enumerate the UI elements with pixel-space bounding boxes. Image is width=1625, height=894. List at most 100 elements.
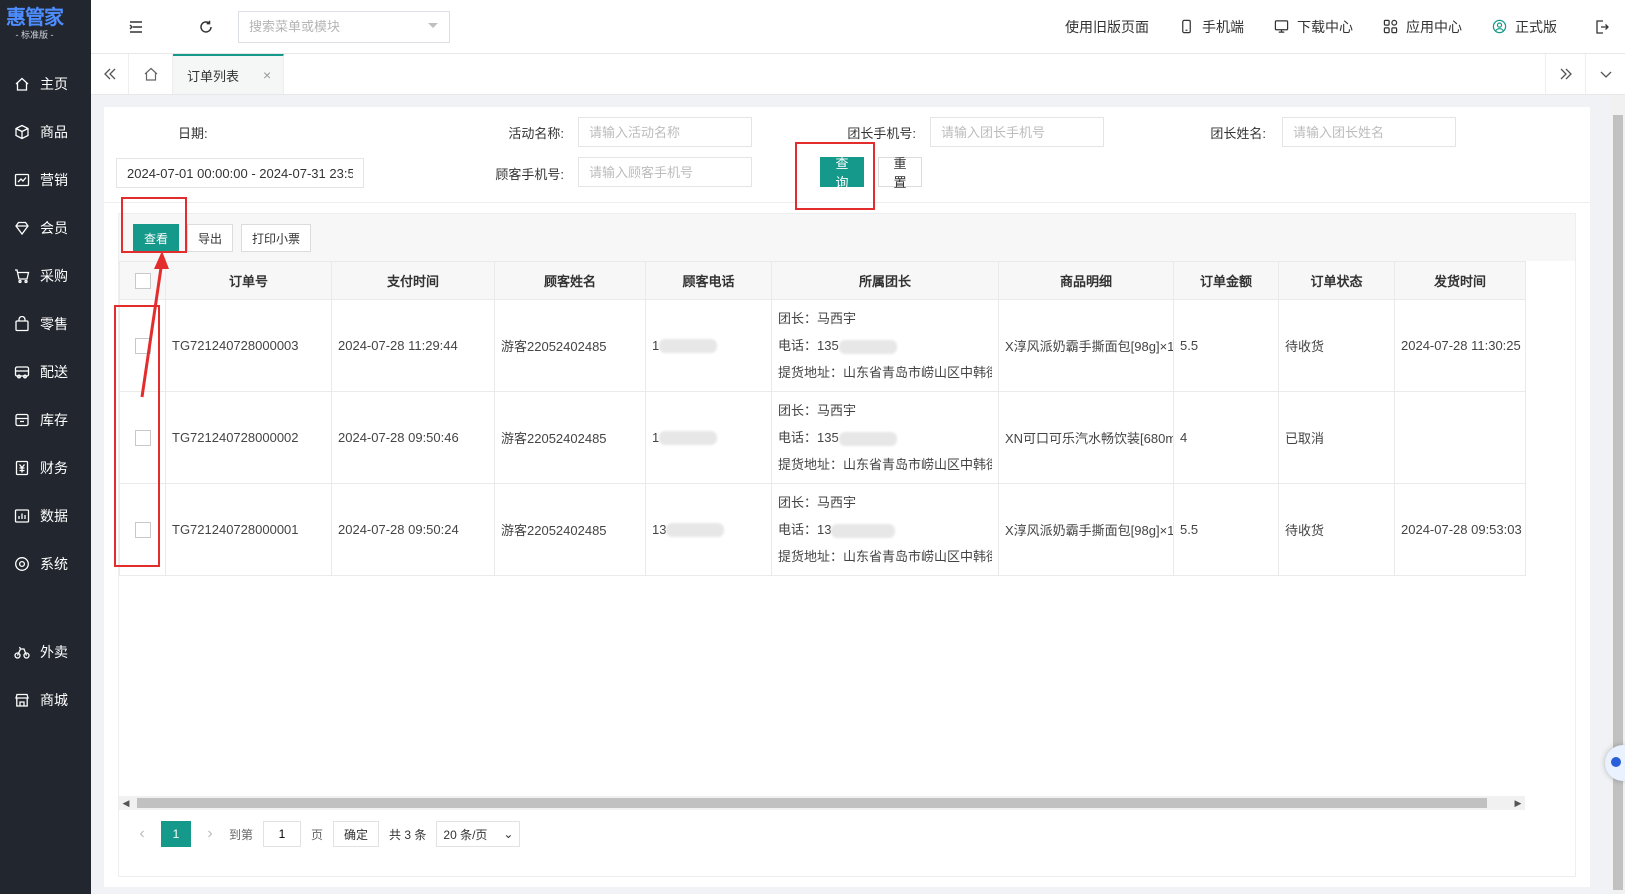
topbar-links: 使用旧版页面 手机端 下载中心 应用中心 正式版 (1065, 0, 1625, 53)
column-header: 订单金额 (1173, 261, 1279, 300)
chevron-down-icon: ⌄ (503, 827, 514, 841)
app-center-link[interactable]: 应用中心 (1383, 17, 1462, 37)
goto-page-input[interactable] (263, 821, 302, 847)
current-page-button[interactable]: 1 (161, 821, 191, 847)
customer-phone: 13 (652, 521, 667, 537)
tab-label: 订单列表 (187, 68, 240, 84)
sidebar-item-system[interactable]: 系统 (0, 540, 91, 588)
order-status: 已取消 (1278, 391, 1395, 484)
order-amount: 5.5 (1173, 299, 1279, 392)
tab-order-list[interactable]: 订单列表 × (173, 54, 285, 94)
leader-address: 提货地址：山东省青岛市崂山区中韩街道 (778, 457, 992, 472)
download-center-link[interactable]: 下载中心 (1274, 17, 1353, 37)
sidebar-item-home[interactable]: 主页 (0, 60, 91, 108)
row-checkbox[interactable] (134, 429, 151, 446)
sidebar-item-label: 数据 (40, 508, 68, 524)
activity-name-input[interactable] (578, 117, 752, 147)
menu-toggle-icon[interactable] (116, 7, 156, 47)
sidebar-spacer (0, 588, 91, 628)
sidebar-item-marketing[interactable]: 营销 (0, 156, 91, 204)
row-checkbox[interactable] (134, 521, 151, 538)
refresh-icon[interactable] (186, 7, 226, 47)
logout-icon[interactable] (1587, 19, 1617, 35)
goto-confirm-button[interactable]: 确定 (333, 821, 380, 847)
sidebar-item-member[interactable]: 会员 (0, 204, 91, 252)
sidebar-item-label: 主页 (40, 76, 68, 92)
diamond-icon (14, 220, 30, 236)
logo-title: 惠管家 (6, 7, 64, 29)
reset-button[interactable]: 重置 (878, 156, 922, 190)
customer-phone-input[interactable] (578, 157, 752, 187)
mobile-link[interactable]: 手机端 (1179, 17, 1244, 37)
leader-name: 团长：马西宇 (778, 311, 857, 326)
sidebar-item-mall[interactable]: 商城 (0, 676, 91, 724)
data-icon (14, 508, 30, 524)
leader-phone-cell: 电话：13 (778, 516, 992, 543)
sidebar-item-delivery[interactable]: 配送 (0, 348, 91, 396)
order-list-panel: 日期: 活动名称: 顾客手机号: 团长手机号: 团长姓名: 查询 重置 查看 导… (104, 107, 1590, 887)
sidebar-item-finance[interactable]: 财务 (0, 444, 91, 492)
scrollbar-thumb[interactable] (137, 798, 1487, 808)
sidebar-item-label: 采购 (40, 268, 68, 284)
tabs-bar: 订单列表 × (91, 54, 1625, 95)
truck-icon (14, 364, 30, 380)
menu-search-input[interactable] (249, 19, 409, 34)
user-icon (1492, 19, 1507, 34)
date-range-input[interactable] (116, 158, 364, 188)
leader-name-input[interactable] (1282, 117, 1456, 147)
box-icon (14, 124, 30, 140)
chart-icon (14, 172, 30, 188)
logo-subtitle: - 标准版 - (15, 30, 54, 40)
table-toolbar: 查看 导出 打印小票 (119, 214, 1575, 261)
goto-label: 到第 (229, 827, 254, 842)
leader-address: 提货地址：山东省青岛市崂山区中韩街道 (778, 365, 992, 380)
home-tab-icon[interactable] (129, 54, 173, 94)
leader-phone: 电话：135 (778, 338, 839, 353)
column-header: 订单状态 (1278, 261, 1395, 300)
sidebar-item-purchase[interactable]: 采购 (0, 252, 91, 300)
old-page-link[interactable]: 使用旧版页面 (1065, 17, 1149, 37)
row-select-cell[interactable] (119, 483, 166, 576)
scroll-left-icon[interactable]: ◀ (119, 796, 133, 810)
close-icon[interactable]: × (263, 67, 271, 83)
double-chevron-right-icon[interactable] (1545, 54, 1585, 94)
table-header-row: 订单号 支付时间 顾客姓名 顾客电话 所属团长 商品明细 订单金额 订单状态 发… (119, 261, 1526, 300)
page-size-select[interactable]: 20 条/页 ⌄ (436, 821, 521, 847)
sidebar-item-label: 库存 (40, 412, 68, 428)
sidebar: 惠管家 - 标准版 - 主页 商品 营销 会员 采购 零售 配送 库存 财务 数… (0, 0, 91, 894)
assistant-float-icon[interactable] (1605, 745, 1625, 781)
order-number: TG721240728000001 (165, 483, 332, 576)
search-button[interactable]: 查询 (820, 156, 864, 190)
table-row[interactable]: TG721240728000001 2024-07-28 09:50:24 游客… (119, 483, 1526, 576)
account-link[interactable]: 正式版 (1492, 17, 1557, 37)
customer-name: 游客22052402485 (494, 299, 646, 392)
order-amount: 4 (1173, 391, 1279, 484)
sidebar-item-label: 商品 (40, 124, 68, 140)
sidebar-item-goods[interactable]: 商品 (0, 108, 91, 156)
monitor-icon (1274, 20, 1289, 33)
column-header: 顾客姓名 (494, 261, 646, 300)
pay-time: 2024-07-28 09:50:24 (331, 483, 495, 576)
export-button[interactable]: 导出 (187, 224, 234, 252)
ship-time: 2024-07-28 09:53:03 (1394, 483, 1526, 576)
chevron-down-icon[interactable] (1585, 54, 1625, 94)
leader-phone: 电话：135 (778, 430, 839, 445)
leader-phone-input[interactable] (930, 117, 1104, 147)
bag-icon (14, 316, 30, 332)
sidebar-item-takeout[interactable]: 外卖 (0, 628, 91, 676)
sidebar-item-retail[interactable]: 零售 (0, 300, 91, 348)
store-icon (14, 692, 30, 708)
scroll-right-icon[interactable]: ▶ (1511, 796, 1525, 810)
table-row[interactable]: TG721240728000003 2024-07-28 11:29:44 游客… (119, 299, 1526, 392)
prev-page-icon[interactable]: ‹ (133, 825, 151, 843)
next-page-icon[interactable]: › (201, 825, 219, 843)
sidebar-item-data[interactable]: 数据 (0, 492, 91, 540)
menu-search-select[interactable] (238, 10, 450, 43)
double-chevron-left-icon[interactable] (91, 54, 129, 94)
finance-icon (14, 460, 30, 476)
print-receipt-button[interactable]: 打印小票 (241, 224, 312, 252)
table-row[interactable]: TG721240728000002 2024-07-28 09:50:46 游客… (119, 391, 1526, 484)
sidebar-item-inventory[interactable]: 库存 (0, 396, 91, 444)
horizontal-scrollbar[interactable]: ◀ ▶ (119, 796, 1525, 810)
sidebar-item-label: 零售 (40, 316, 68, 332)
